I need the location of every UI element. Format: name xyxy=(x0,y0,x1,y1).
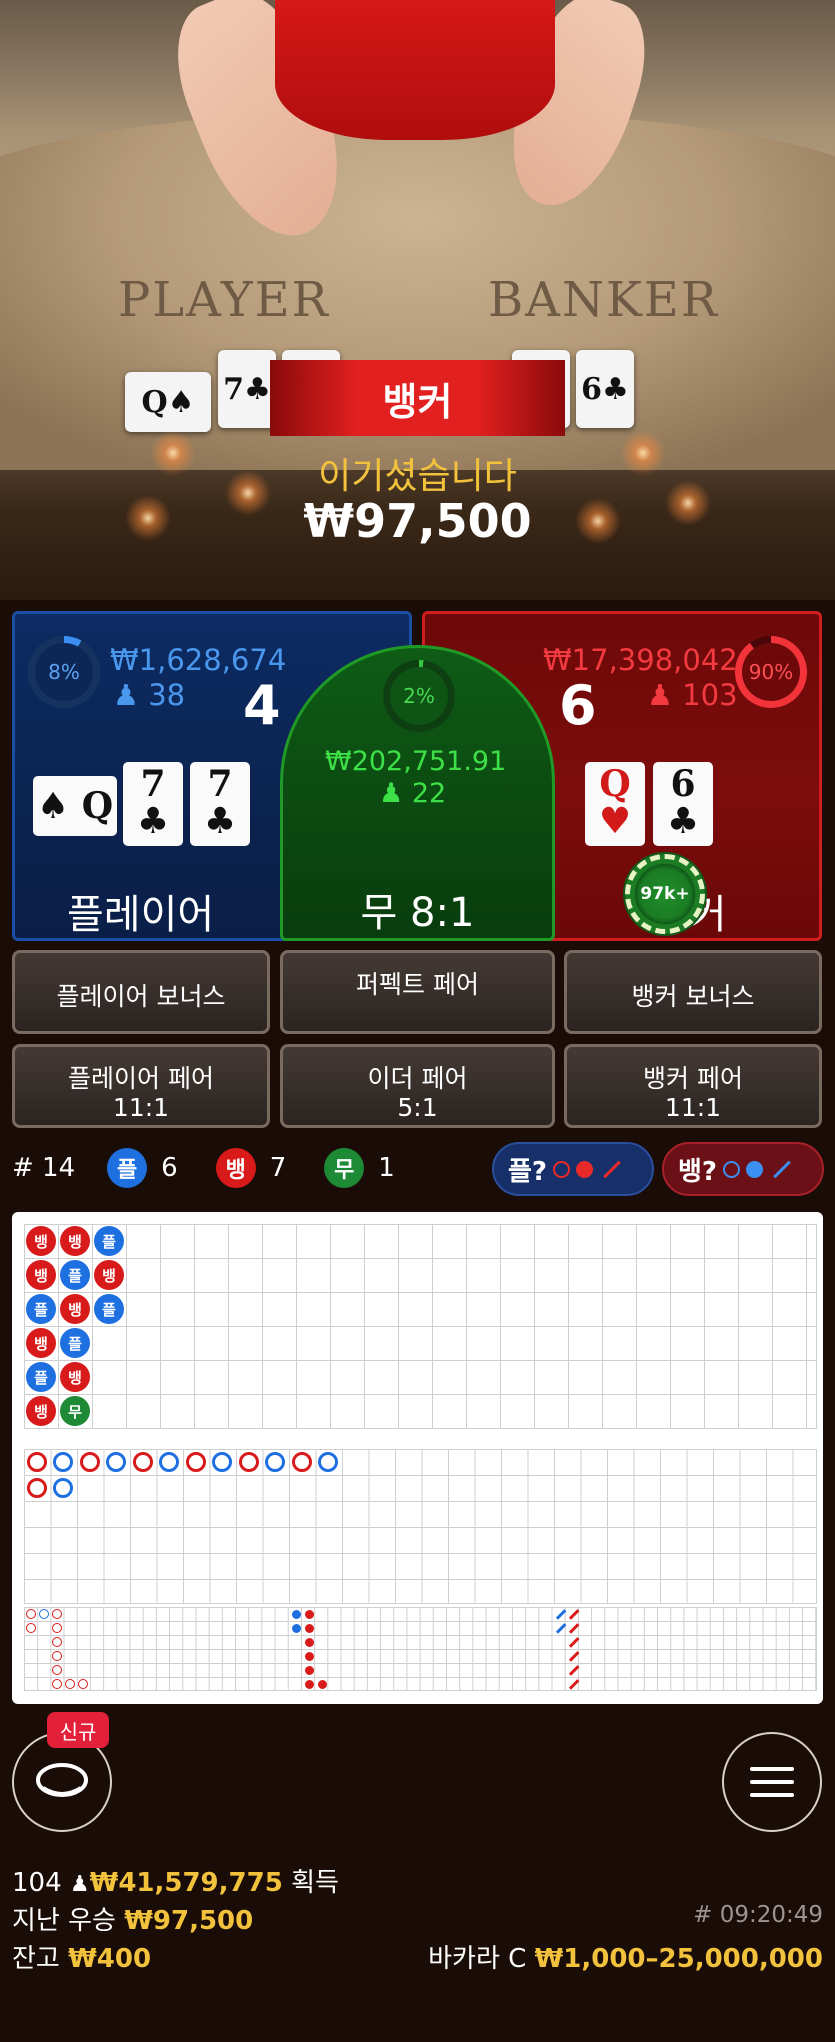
bead-road-result: 무 xyxy=(60,1396,90,1426)
banker-pair-button[interactable]: 뱅커 페어 11:1 xyxy=(564,1044,822,1128)
banker-percent-ring: 90% xyxy=(735,636,807,708)
perfect-pair-button[interactable]: 퍼펙트 페어 xyxy=(280,950,555,1034)
player-badge: 플 xyxy=(107,1148,148,1188)
predict-dot-icon xyxy=(746,1160,764,1178)
tie-bettor-count: ♟ 22 xyxy=(379,778,447,809)
player-card-2: 7 ♣ xyxy=(123,762,183,846)
bead-road-result: 뱅 xyxy=(60,1362,90,1392)
banker-bonus-button[interactable]: 뱅커 보너스 xyxy=(564,950,822,1034)
scoreboard[interactable]: 뱅뱅플뱅플뱅뱅플뱅플뱅무플뱅플 xyxy=(12,1212,823,1704)
video-player-card-2: 7♣ xyxy=(218,350,276,428)
player-percent: 8% xyxy=(35,643,93,701)
predict-slash-icon xyxy=(603,1160,621,1178)
player-bonus-button[interactable]: 플레이어 보너스 xyxy=(12,950,270,1034)
player-bet-title: 플레이어 xyxy=(67,892,215,938)
predict-dot-icon xyxy=(576,1160,594,1178)
table-name: 바카라 C xyxy=(428,1944,527,1974)
bead-road-result: 뱅 xyxy=(26,1396,56,1426)
banker-score: 6 xyxy=(559,674,597,737)
tie-bet-spot[interactable]: 2% ₩202,751.91 ♟ 22 무 8:1 xyxy=(280,645,555,941)
dealer-dress xyxy=(275,0,555,140)
player-score: 4 xyxy=(243,674,281,737)
table-banker-label: BANKER xyxy=(488,272,719,328)
person-icon: ♟ xyxy=(113,678,139,712)
bead-road-result: 뱅 xyxy=(60,1294,90,1324)
banker-predict-button[interactable]: 뱅? xyxy=(662,1142,824,1196)
predict-ring-icon xyxy=(723,1160,741,1178)
total-winnings-line: 104 ♟₩41,579,775 획득 xyxy=(12,1868,339,1898)
bead-road-result: 뱅 xyxy=(26,1328,56,1358)
chat-icon xyxy=(36,1763,88,1797)
live-video-feed: PLAYER BANKER Q♠ 7♣ 7♣ Q♥ 6♣ 뱅커 이기셨습니다 ₩… xyxy=(0,0,835,600)
banker-card-1: Q ♥ xyxy=(585,762,645,846)
banker-bet-total: ₩17,398,042 xyxy=(543,643,738,677)
bead-road-result: 뱅 xyxy=(26,1260,56,1290)
tie-bet-total: ₩202,751.91 xyxy=(325,746,507,777)
bead-road-result: 뱅 xyxy=(94,1260,124,1290)
bead-road-result: 뱅 xyxy=(26,1226,56,1256)
person-icon: ♟ xyxy=(647,678,673,712)
video-banker-card-2: 6♣ xyxy=(576,350,634,428)
either-pair-button[interactable]: 이더 페어 5:1 xyxy=(280,1044,555,1128)
tie-bet-title: 무 8:1 xyxy=(360,890,475,936)
player-percent-ring: 8% xyxy=(28,636,100,708)
person-icon: ♟ xyxy=(379,778,404,809)
table-limits-line: 바카라 C ₩1,000–25,000,000 xyxy=(428,1938,823,1975)
player-bet-total: ₩1,628,674 xyxy=(110,643,287,677)
tie-wins: 무1 xyxy=(324,1148,395,1188)
banker-badge: 뱅 xyxy=(215,1148,256,1188)
new-badge: 신규 xyxy=(47,1712,109,1748)
banker-wins: 뱅7 xyxy=(215,1148,286,1188)
bead-road-result: 플 xyxy=(26,1362,56,1392)
balance-amount: ₩400 xyxy=(68,1944,152,1974)
game-screen: PLAYER BANKER Q♠ 7♣ 7♣ Q♥ 6♣ 뱅커 이기셨습니다 ₩… xyxy=(0,0,835,2042)
player-wins: 플6 xyxy=(107,1148,178,1188)
last-win-amount: ₩97,500 xyxy=(124,1906,254,1936)
bead-road-result: 플 xyxy=(94,1294,124,1324)
tie-percent-ring: 2% xyxy=(383,660,455,732)
derived-roads xyxy=(24,1607,817,1691)
big-road xyxy=(24,1449,817,1604)
round-number: # 14 xyxy=(12,1153,76,1183)
bead-road: 뱅뱅플뱅플뱅뱅플뱅플뱅무플뱅플 xyxy=(24,1224,817,1429)
table-limits: ₩1,000–25,000,000 xyxy=(534,1944,823,1974)
player-predict-button[interactable]: 플? xyxy=(492,1142,654,1196)
banker-card-2: 6 ♣ xyxy=(653,762,713,846)
win-message: 이기셨습니다 xyxy=(318,456,517,497)
table-player-label: PLAYER xyxy=(118,272,330,328)
total-winnings: ₩41,579,775 xyxy=(89,1868,283,1898)
bead-road-result: 뱅 xyxy=(60,1226,90,1256)
player-pair-button[interactable]: 플레이어 페어 11:1 xyxy=(12,1044,270,1128)
tie-badge: 무 xyxy=(324,1148,365,1188)
player-count: 104 xyxy=(12,1868,62,1898)
win-amount: ₩97,500 xyxy=(303,494,532,548)
video-player-card-1: Q♠ xyxy=(125,372,211,432)
banker-bettor-count: ♟ 103 xyxy=(647,678,738,712)
tie-percent: 2% xyxy=(390,667,448,725)
round-stats: # 14 플6 뱅7 무1 xyxy=(12,1146,433,1190)
bead-road-result: 플 xyxy=(60,1260,90,1290)
menu-button[interactable] xyxy=(722,1732,822,1832)
banker-percent: 90% xyxy=(742,643,800,701)
player-card-3: 7 ♣ xyxy=(190,762,250,846)
bead-road-result: 플 xyxy=(94,1226,124,1256)
predict-ring-icon xyxy=(553,1160,571,1178)
bead-road-result: 플 xyxy=(60,1328,90,1358)
hamburger-icon xyxy=(750,1767,794,1797)
player-bettor-count: ♟ 38 xyxy=(113,678,186,712)
bead-road-result: 플 xyxy=(26,1294,56,1324)
person-icon: ♟ xyxy=(69,1872,90,1897)
predict-slash-icon xyxy=(773,1160,791,1178)
placed-chip[interactable]: 97k+ xyxy=(625,854,705,934)
result-banner: 뱅커 xyxy=(270,360,565,436)
player-card-1: ♠ Q xyxy=(33,776,117,836)
balance-line: 잔고 ₩400 xyxy=(12,1944,152,1974)
round-id: # 09:20:49 xyxy=(693,1902,823,1928)
last-win-line: 지난 우승 ₩97,500 xyxy=(12,1906,254,1936)
